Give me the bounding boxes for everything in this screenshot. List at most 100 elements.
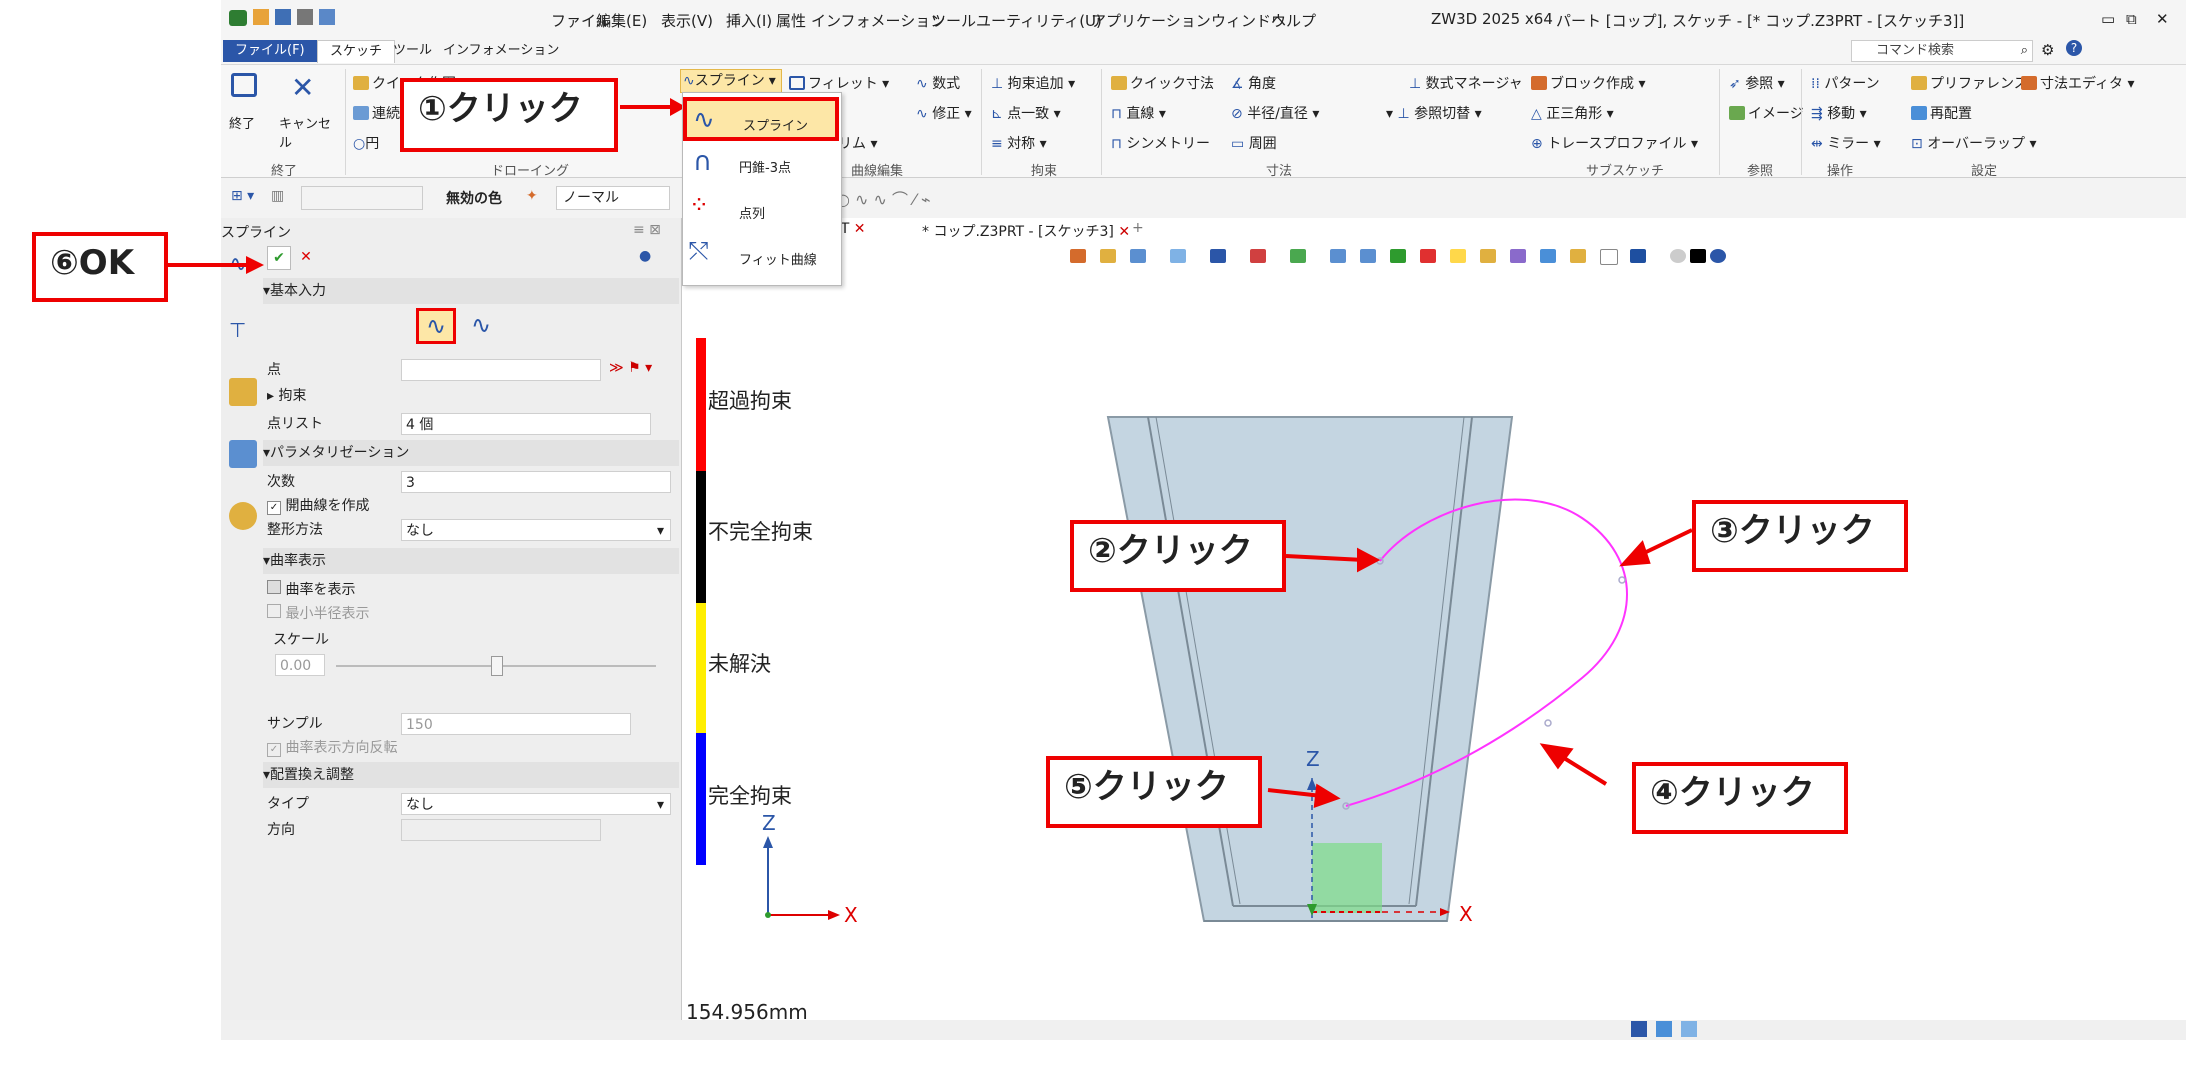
restore-icon[interactable]: ⧉ [2126,10,2137,28]
menu-insert[interactable]: 挿入(I) [726,10,772,31]
dropdown-item-point-row[interactable]: ⁘ 点列 [683,189,839,231]
circle-button[interactable]: ○円 [353,133,379,153]
overlap-button[interactable]: ⊡ オーバーラップ ▾ [1911,133,2037,153]
menu-view[interactable]: 表示(V) [661,10,713,31]
section-rearrange[interactable]: ▾配置換え調整 [263,762,679,788]
filter-icon[interactable]: ▥ [271,188,284,204]
dimension-editor-button[interactable]: 寸法エディタ ▾ [2021,73,2135,93]
perimeter-button[interactable]: ▭ 周囲 [1231,133,1277,153]
menu-attribute[interactable]: 属性 [776,10,806,31]
direction-input[interactable] [401,819,601,841]
mirror-button[interactable]: ⇹ ミラー ▾ [1811,133,1881,153]
radius-icon: ⊘ [1231,106,1248,122]
display-mode-dropdown[interactable]: ノーマル [556,186,670,210]
line-dimension-button[interactable]: ⊓ 直線 ▾ [1111,103,1166,123]
spline-mode-through-points-button[interactable]: ∿ [416,308,456,344]
scale-slider-handle[interactable] [491,656,503,676]
model-view[interactable]: Z X Z X [682,218,2186,1040]
cup-model[interactable] [1106,416,1514,922]
spline-point-3[interactable] [1618,576,1626,584]
help-icon[interactable]: ? [2066,40,2082,56]
palette-icon[interactable]: ✦ [526,188,538,204]
minimize-icon[interactable]: ▭ [2101,10,2115,28]
cancel-button[interactable]: ✕ キャンセル [275,71,339,151]
spline-split-button[interactable]: ∿スプライン ▾ [680,69,782,93]
scale-input[interactable]: 0.00 [275,654,325,676]
menu-utility[interactable]: ユーティリティ(U) [976,10,1102,31]
add-icon[interactable]: ⊞ ▾ [231,188,254,204]
settings-icon[interactable]: ⚙ [2041,41,2054,59]
part-icon[interactable] [229,378,257,406]
menu-application[interactable]: アプリケーション [1091,10,1211,31]
section-curvature-display[interactable]: ▾曲率表示 [263,548,679,574]
menu-information[interactable]: インフォメーション [811,10,945,31]
symmetry-dimension-button[interactable]: ⊓ シンメトリー [1111,133,1210,153]
callout-5: ⑤クリック [1046,756,1262,828]
dot-icon[interactable]: ● [639,248,651,264]
formula-manager-button[interactable]: ⊥ 数式マネージャ [1409,73,1523,93]
constraint-toggle[interactable]: ▸ 拘束 [267,384,677,408]
point-picker-icon[interactable]: ≫ ⚑ ▾ [609,360,652,376]
menu-help[interactable]: ヘルプ [1271,10,1316,31]
sketch-shape-tools-icon[interactable]: ○ ∿ ∿ ⌒ ⁄ ⌁ [836,186,931,210]
pattern-button[interactable]: ⁞⁞ パターン [1811,73,1880,93]
layout-icon[interactable] [1681,1021,1697,1037]
panel-pin-icon[interactable]: ≡ ⊠ [633,222,661,238]
menu-tools[interactable]: ツール [931,10,976,31]
correct-button[interactable]: ∿ 修正 ▾ [916,103,972,123]
spline-mode-control-points-button[interactable]: ∿ [461,308,501,344]
open-curve-checkbox[interactable]: ✓ 開曲線を作成 [267,494,677,518]
user-icon[interactable] [229,502,257,530]
triangle-button[interactable]: △ 正三角形 ▾ [1531,103,1614,123]
tree-icon[interactable]: ⊤ [229,318,257,346]
point-input[interactable] [401,359,601,381]
preference-button[interactable]: プリファレンス [1911,73,2028,93]
scene-icon[interactable] [229,440,257,468]
layout-icon[interactable] [1656,1021,1672,1037]
image-button[interactable]: イメージ [1729,103,1804,123]
block-icon [1531,76,1547,90]
point-list-field[interactable]: 4 個 [401,413,651,435]
quick-dimension-button[interactable]: クイック寸法 [1111,73,1214,93]
degree-input[interactable]: 3 [401,471,671,493]
min-radius-checkbox[interactable]: 最小半径表示 [267,602,677,626]
tab-file[interactable]: ファイル(F) [223,40,317,62]
tab-information[interactable]: インフォメーション [431,40,571,62]
section-parametrization[interactable]: ▾パラメタリゼーション [263,440,679,466]
angle-button[interactable]: ∡ 角度 [1231,73,1276,93]
command-search[interactable]: コマンド検索 ⌕ [1851,40,2033,62]
close-icon[interactable]: ✕ [2156,10,2169,28]
reference-button[interactable]: ➶ 参照 ▾ [1729,73,1785,93]
reference-switch-button[interactable]: ▾ ⊥ 参照切替 ▾ [1386,103,1482,123]
continuous-button[interactable]: 連続 [353,103,400,123]
dropdown-item-conic[interactable]: ∩ 円錐-3点 [683,143,839,185]
spline-point-4[interactable] [1544,719,1552,727]
constraint-add-button[interactable]: ⊥ 拘束追加 ▾ [991,73,1075,93]
block-create-button[interactable]: ブロック作成 ▾ [1531,73,1645,93]
filter-dropdown[interactable] [301,186,423,210]
point-match-button[interactable]: ⊾ 点一致 ▾ [991,103,1061,123]
ok-button[interactable]: ✔ [267,246,291,270]
symmetry-button[interactable]: ≡ 対称 ▾ [991,133,1047,153]
quick-access-toolbar[interactable] [253,9,403,27]
dropdown-item-fit-curve[interactable]: ⤲ フィット曲線 [683,235,839,277]
layout-icon[interactable] [1631,1021,1647,1037]
fillet-button[interactable]: フィレット ▾ [789,73,889,93]
radius-button[interactable]: ⊘ 半径/直径 ▾ [1231,103,1319,123]
reverse-curvature-checkbox[interactable]: ✓ 曲率表示方向反転 [267,736,677,760]
move-button[interactable]: ⇶ 移動 ▾ [1811,103,1867,123]
finish-button[interactable]: 終了 [225,71,265,132]
sample-input[interactable]: 150 [401,713,631,735]
formula-button[interactable]: ∿ 数式 [916,73,960,93]
menu-edit[interactable]: 編集(E) [596,10,647,31]
trace-profile-button[interactable]: ⊕ トレースプロファイル ▾ [1531,133,1698,153]
cancel-icon[interactable]: ✕ [295,246,317,268]
scale-label: スケール [273,632,329,648]
section-basic-input[interactable]: ▾基本入力 [263,278,679,304]
symmetry-icon: ≡ [991,136,1008,152]
type-select[interactable]: なし ▾ [401,793,671,815]
show-curvature-checkbox[interactable]: 曲率を表示 [267,578,677,602]
relayout-button[interactable]: 再配置 [1911,103,1972,123]
dropdown-item-spline[interactable]: ∿ スプライン [683,97,839,141]
shaping-select[interactable]: なし ▾ [401,519,671,541]
